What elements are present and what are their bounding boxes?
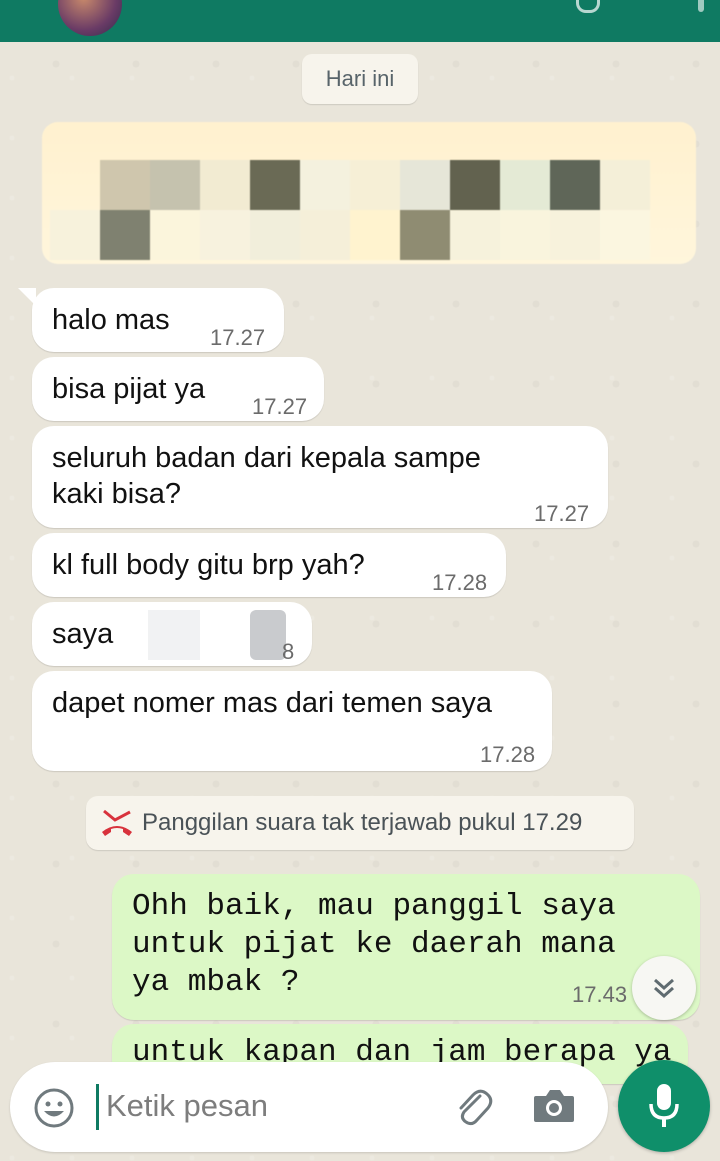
censor-block: [500, 160, 550, 210]
text-caret: [96, 1084, 99, 1130]
censor-block: [450, 160, 500, 210]
censor-block: [200, 210, 250, 260]
censor-block: [150, 160, 200, 210]
message-time: 17.27: [210, 325, 266, 350]
message-text-line2: kaki bisa?: [52, 478, 181, 510]
message-input-placeholder[interactable]: Ketik pesan: [106, 1088, 268, 1124]
missed-call-notice[interactable]: Panggilan suara tak terjawab pukul 17.29: [86, 796, 634, 850]
censor-block: [300, 160, 350, 210]
message-text: dapet nomer mas dari temen saya: [52, 687, 493, 719]
incoming-message[interactable]: bisa pijat ya 17.27: [32, 357, 324, 421]
message-text: Ohh baik, mau panggil saya: [132, 889, 616, 924]
censor-block: [100, 210, 150, 260]
censor-block: [400, 160, 450, 210]
censor-block: [350, 160, 400, 210]
microphone-icon: [649, 1084, 679, 1127]
incoming-message[interactable]: saya 8: [32, 602, 312, 666]
date-separator-label: Hari ini: [325, 66, 395, 91]
censor-block: [50, 210, 100, 260]
message-text-line2: untuk pijat ke daerah mana: [132, 927, 616, 962]
censor-block: [600, 210, 650, 260]
message-text: seluruh badan dari kepala sampe: [52, 442, 481, 474]
double-chevron-down-icon: [654, 978, 674, 999]
date-separator: Hari ini: [302, 54, 418, 104]
censor-block: [600, 160, 650, 210]
censor-block: [400, 210, 450, 260]
incoming-message[interactable]: halo mas 17.27: [32, 288, 284, 352]
missed-call-text: Panggilan suara tak terjawab pukul 17.29: [142, 809, 583, 836]
paperclip-icon[interactable]: [450, 1084, 496, 1130]
censor-block: [150, 210, 200, 260]
censored-message: [42, 122, 696, 264]
scroll-to-bottom-button[interactable]: [632, 956, 696, 1020]
chat-header[interactable]: [0, 0, 720, 42]
menu-icon[interactable]: [698, 0, 704, 12]
message-text: halo mas: [52, 304, 170, 336]
emoji-icon[interactable]: [32, 1086, 76, 1130]
missed-call-icon: [102, 809, 132, 836]
message-time: 17.28: [432, 570, 488, 595]
censor-block: [350, 210, 400, 260]
message-time: 8: [282, 639, 295, 664]
voice-record-button[interactable]: [618, 1060, 710, 1152]
message-time: 17.43: [572, 982, 628, 1007]
censor-block: [148, 610, 200, 660]
censor-block: [100, 160, 150, 210]
incoming-message[interactable]: kl full body gitu brp yah? 17.28: [32, 533, 506, 597]
message-text-line3: ya mbak ?: [132, 965, 300, 1000]
message-time: 17.27: [252, 394, 308, 419]
message-text: saya: [52, 618, 114, 650]
censor-block: [300, 210, 350, 260]
contact-avatar[interactable]: [58, 0, 122, 36]
censor-block: [450, 210, 500, 260]
censor-block: [550, 160, 600, 210]
message-text: kl full body gitu brp yah?: [52, 549, 365, 581]
message-time: 17.28: [480, 742, 536, 767]
censor-block: [250, 210, 300, 260]
message-time: 17.27: [534, 501, 590, 526]
outgoing-message[interactable]: Ohh baik, mau panggil saya untuk pijat k…: [112, 874, 700, 1020]
incoming-message[interactable]: dapet nomer mas dari temen saya 17.28: [32, 671, 552, 771]
censor-block: [200, 160, 250, 210]
censor-block: [550, 210, 600, 260]
call-icon[interactable]: [576, 0, 600, 13]
bubble-tail: [18, 288, 36, 306]
message-composer[interactable]: Ketik pesan: [10, 1062, 608, 1152]
incoming-message[interactable]: seluruh badan dari kepala sampe kaki bis…: [32, 426, 608, 528]
message-text: bisa pijat ya: [52, 373, 206, 405]
censor-block: [250, 160, 300, 210]
censor-block: [500, 210, 550, 260]
camera-icon[interactable]: [532, 1086, 576, 1126]
censor-block: [250, 610, 286, 660]
